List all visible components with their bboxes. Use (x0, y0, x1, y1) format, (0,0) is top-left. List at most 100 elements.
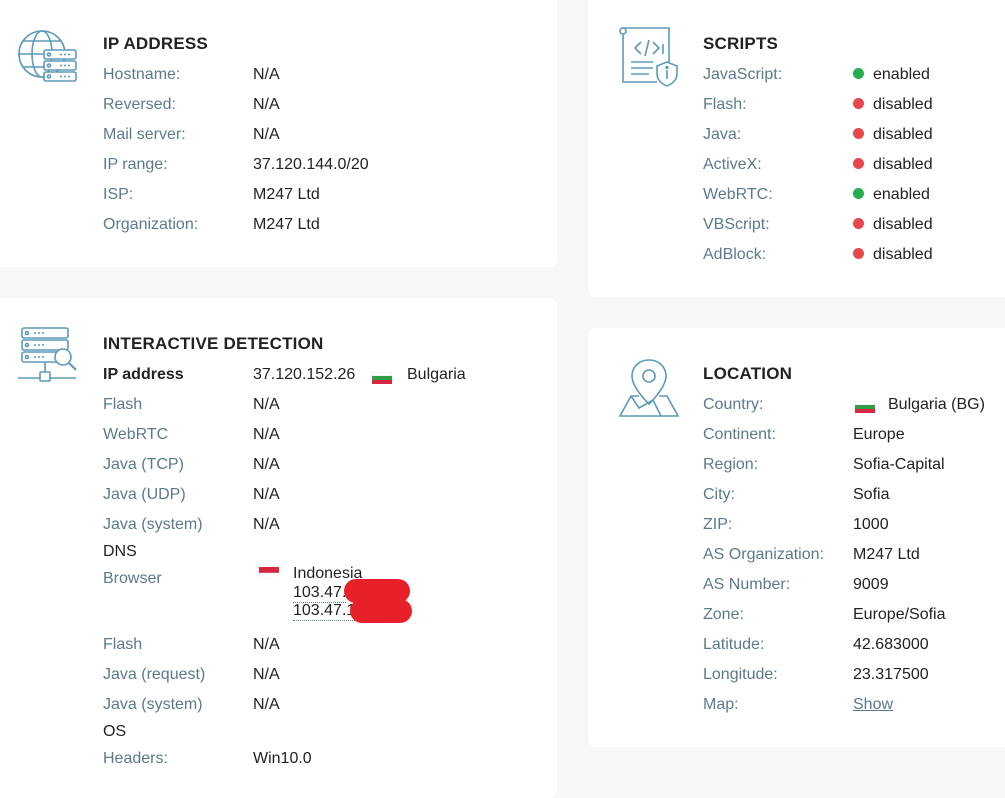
java-system-dns-label: Java (system) (103, 696, 203, 713)
location-label: Continent: (703, 426, 776, 443)
script-label: Flash: (703, 96, 747, 113)
java-system-label: Java (system) (103, 516, 203, 533)
ip-address-value: 37.120.152.26 (253, 366, 356, 383)
status-text: disabled (873, 156, 933, 173)
ip-address-label: IP address (103, 366, 184, 383)
browser-ip-1[interactable]: 103.47. (293, 584, 347, 603)
interactive-detection-title: INTERACTIVE DETECTION (103, 334, 324, 353)
ip-country-value: Bulgaria (407, 366, 466, 383)
location-label: Latitude: (703, 636, 765, 653)
browser-ip-2[interactable]: 103.47.1 (293, 602, 356, 621)
status-text: disabled (873, 126, 933, 143)
script-label: JavaScript: (703, 66, 783, 83)
flash-value: N/A (253, 396, 280, 413)
location-label: City: (703, 486, 735, 503)
flash-dns-label: Flash (103, 636, 143, 653)
redaction-mark (350, 599, 412, 623)
java-system-value: N/A (253, 516, 280, 533)
java-request-value: N/A (253, 666, 280, 683)
ip-info-label: Mail server: (103, 126, 186, 143)
status-dot-icon (853, 188, 864, 199)
location-value: 42.683000 (853, 636, 929, 653)
globe-server-icon (18, 30, 77, 82)
browser-label: Browser (103, 570, 162, 587)
webrtc-label: WebRTC (103, 426, 169, 443)
status-text: disabled (873, 216, 933, 233)
status-text: enabled (873, 186, 930, 203)
ip-info-value: N/A (253, 126, 280, 143)
ip-info-label: IP range: (103, 156, 168, 173)
map-pin-icon (618, 359, 680, 417)
status-dot-icon (853, 68, 864, 79)
java-tcp-label: Java (TCP) (103, 456, 184, 473)
status-text: disabled (873, 246, 933, 263)
map-show-link[interactable]: Show (853, 696, 893, 714)
country-value: Bulgaria (BG) (888, 396, 985, 413)
ip-info-value: M247 Ltd (253, 186, 320, 203)
location-label: AS Organization: (703, 546, 824, 563)
indonesia-flag-icon (259, 567, 279, 579)
location-label: ZIP: (703, 516, 733, 533)
ip-info-label: ISP: (103, 186, 134, 203)
scripts-title: SCRIPTS (703, 34, 779, 53)
ip-address-title: IP ADDRESS (103, 34, 208, 53)
location-label: Zone: (703, 606, 744, 623)
status-text: enabled (873, 66, 930, 83)
map-label: Map: (703, 696, 739, 713)
location-label: Longitude: (703, 666, 778, 683)
location-value: M247 Ltd (853, 546, 920, 563)
flash-label: Flash (103, 396, 143, 413)
bulgaria-flag-icon (372, 372, 392, 384)
os-heading: OS (103, 723, 127, 740)
status-text: disabled (873, 96, 933, 113)
script-value: disabled (853, 126, 933, 144)
script-value: disabled (853, 156, 933, 174)
dns-heading: DNS (103, 543, 137, 560)
location-value: Sofia (853, 486, 890, 503)
location-value: 1000 (853, 516, 889, 533)
script-label: Java: (703, 126, 742, 143)
java-udp-value: N/A (253, 486, 280, 503)
ip-info-value: M247 Ltd (253, 216, 320, 233)
ip-info-value: N/A (253, 66, 280, 83)
java-tcp-value: N/A (253, 456, 280, 473)
location-value: 9009 (853, 576, 889, 593)
ip-info-label: Organization: (103, 216, 199, 233)
ip-info-value: N/A (253, 96, 280, 113)
bulgaria-flag-icon (855, 401, 875, 413)
java-system-dns-value: N/A (253, 696, 280, 713)
script-value: enabled (853, 66, 930, 84)
script-value: disabled (853, 216, 933, 234)
script-value: disabled (853, 246, 933, 264)
headers-value: Win10.0 (253, 750, 312, 767)
java-request-label: Java (request) (103, 666, 206, 683)
java-udp-label: Java (UDP) (103, 486, 186, 503)
script-label: AdBlock: (703, 246, 767, 263)
webrtc-value: N/A (253, 426, 280, 443)
script-value: disabled (853, 96, 933, 114)
location-value: 23.317500 (853, 666, 929, 683)
status-dot-icon (853, 158, 864, 169)
status-dot-icon (853, 98, 864, 109)
location-value: Sofia-Capital (853, 456, 945, 473)
script-label: VBScript: (703, 216, 770, 233)
flash-dns-value: N/A (253, 636, 280, 653)
location-title: LOCATION (703, 364, 793, 383)
headers-label: Headers: (103, 750, 168, 767)
location-label: Region: (703, 456, 759, 473)
ip-info-label: Hostname: (103, 66, 181, 83)
status-dot-icon (853, 248, 864, 259)
server-search-icon (18, 327, 77, 382)
status-dot-icon (853, 218, 864, 229)
ip-info-value: 37.120.144.0/20 (253, 156, 369, 173)
location-label: AS Number: (703, 576, 791, 593)
location-value: Europe/Sofia (853, 606, 946, 623)
script-label: WebRTC: (703, 186, 773, 203)
country-label: Country: (703, 396, 764, 413)
location-value: Europe (853, 426, 905, 443)
status-dot-icon (853, 128, 864, 139)
script-shield-icon (619, 27, 678, 87)
script-value: enabled (853, 186, 930, 204)
ip-info-label: Reversed: (103, 96, 176, 113)
script-label: ActiveX: (703, 156, 762, 173)
